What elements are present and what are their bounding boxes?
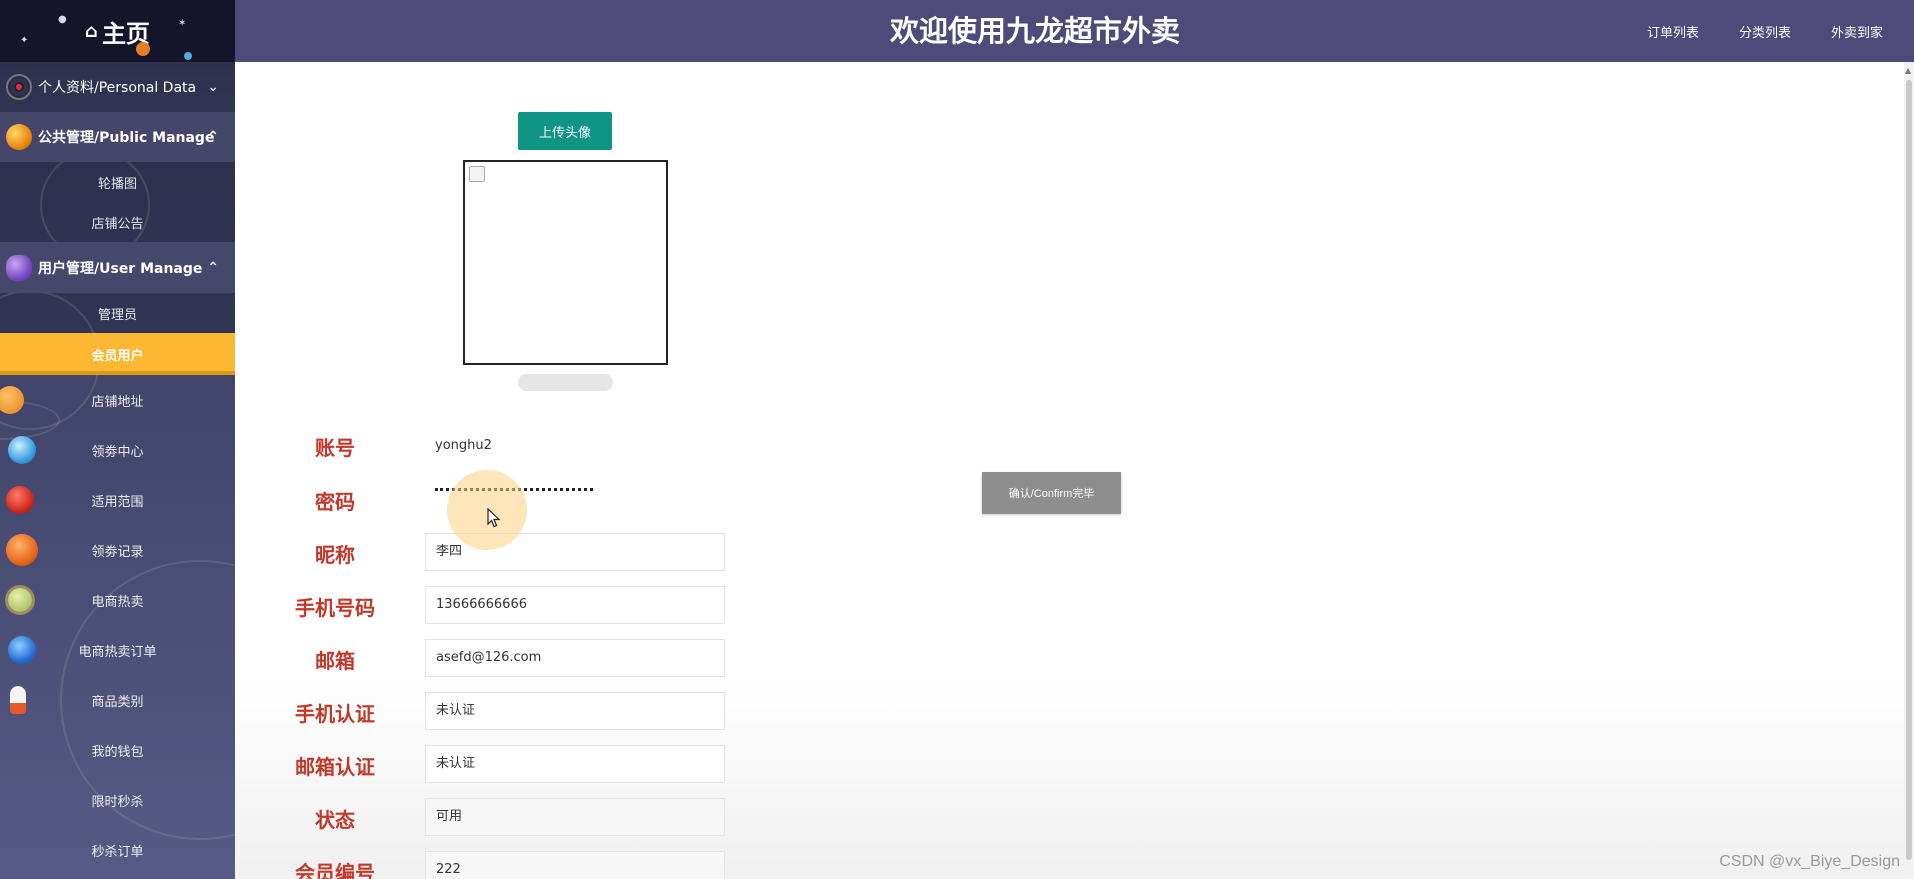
scroll-up-icon[interactable]: ▲	[1905, 66, 1911, 75]
avatar-caption-placeholder	[518, 374, 613, 391]
sidebar-item-hot-sale-orders[interactable]: 电商热卖订单	[0, 625, 235, 675]
sidebar-item-coupon-records[interactable]: 领劵记录	[0, 525, 235, 575]
app-root: ✦ ● ✶ ⌂ 主页 个人资料/Personal Data ⌄ 公共管理/Pub…	[0, 0, 1914, 879]
phone-verify-label: 手机认证	[295, 702, 375, 726]
rocket-icon	[10, 686, 26, 714]
status-field[interactable]: 可用	[425, 798, 725, 836]
sidebar-item-member-users[interactable]: 会员用户	[0, 333, 235, 375]
chevron-down-icon: ⌄	[207, 79, 219, 95]
balloon-icon	[0, 386, 24, 414]
top-header: 欢迎使用九龙超市外卖 订单列表 分类列表 外卖到家	[235, 0, 1914, 62]
sidebar-item-label: 会员用户	[91, 348, 144, 364]
sidebar-item-label: 电商热卖订单	[78, 644, 157, 660]
upload-avatar-button[interactable]: 上传头像	[518, 112, 612, 150]
phone-field[interactable]: 13666666666	[425, 586, 725, 624]
sidebar-item-carousel[interactable]: 轮播图	[0, 162, 235, 202]
scrollbar-thumb[interactable]	[1906, 80, 1912, 860]
sidebar: ✦ ● ✶ ⌂ 主页 个人资料/Personal Data ⌄ 公共管理/Pub…	[0, 0, 235, 879]
nickname-field[interactable]: 李四	[425, 533, 725, 571]
broken-image-icon	[469, 166, 485, 182]
sidebar-item-label: 店铺地址	[91, 394, 144, 410]
sidebar-item-label: 领劵记录	[91, 544, 144, 560]
status-label: 状态	[315, 808, 355, 832]
sidebar-group-label: 个人资料/Personal Data	[38, 80, 197, 96]
account-value: yonghu2	[435, 438, 492, 453]
sidebar-item-label: 管理员	[97, 307, 137, 323]
sidebar-item-label: 轮播图	[97, 176, 137, 192]
sidebar-group-personal-data[interactable]: 个人资料/Personal Data ⌄	[0, 62, 235, 112]
sidebar-group-label: 用户管理/User Manage	[38, 260, 203, 277]
sidebar-item-scope[interactable]: 适用范围	[0, 475, 235, 525]
confirm-button[interactable]: 确认/Confirm完毕	[982, 472, 1121, 514]
watermark: CSDN @vx_Biye_Design	[1719, 853, 1900, 870]
sidebar-group-user-manage[interactable]: 用户管理/User Manage ⌃	[0, 242, 235, 293]
chevron-up-icon: ⌃	[207, 259, 219, 276]
blue-planet-icon	[8, 636, 36, 664]
sidebar-item-store-address[interactable]: 店铺地址	[0, 375, 235, 425]
nickname-label: 昵称	[315, 543, 355, 567]
email-verify-field[interactable]: 未认证	[425, 745, 725, 783]
nav-order-list[interactable]: 订单列表	[1647, 22, 1699, 41]
password-label: 密码	[315, 490, 355, 514]
sidebar-item-hot-sale[interactable]: 电商热卖	[0, 575, 235, 625]
header-nav: 订单列表 分类列表 外卖到家	[1647, 0, 1883, 62]
main-content: 上传头像 账号 yonghu2 密码 昵称 李四 手机号码 1366666666…	[235, 62, 1904, 879]
email-field[interactable]: asefd@126.com	[425, 639, 725, 677]
sidebar-item-admin[interactable]: 管理员	[0, 293, 235, 333]
sidebar-item-label: 店铺公告	[91, 216, 144, 232]
sidebar-item-flash-sale[interactable]: 限时秒杀	[0, 775, 235, 825]
orange-planet-icon	[6, 534, 38, 566]
sidebar-home[interactable]: ✦ ● ✶ ⌂ 主页	[0, 0, 235, 62]
red-planet-icon	[6, 486, 34, 514]
sidebar-group-public-manage[interactable]: 公共管理/Public Manage ⌃	[0, 112, 235, 162]
sidebar-item-categories[interactable]: 商品类别	[0, 675, 235, 725]
sidebar-item-flash-orders[interactable]: 秒杀订单	[0, 825, 235, 875]
atom-icon	[6, 74, 32, 100]
page-scrollbar[interactable]: ▲	[1904, 62, 1914, 879]
nav-takeout[interactable]: 外卖到家	[1831, 22, 1883, 41]
earth-icon	[8, 436, 36, 464]
saturn-icon	[8, 588, 32, 612]
phone-label: 手机号码	[295, 596, 375, 620]
crystal-icon	[6, 254, 32, 281]
sidebar-item-coupon-center[interactable]: 领劵中心	[0, 425, 235, 475]
sidebar-item-label: 我的钱包	[91, 744, 144, 760]
avatar-image	[463, 160, 668, 365]
sidebar-item-label: 商品类别	[91, 694, 144, 710]
sidebar-item-label: 秒杀订单	[91, 844, 144, 860]
sidebar-item-label: 限时秒杀	[91, 794, 144, 810]
member-no-field[interactable]: 222	[425, 851, 725, 879]
sidebar-item-label: 电商热卖	[91, 594, 144, 610]
home-icon: ⌂	[85, 20, 98, 42]
chevron-up-icon: ⌃	[207, 129, 219, 145]
sidebar-item-label: 领劵中心	[91, 444, 144, 460]
email-label: 邮箱	[315, 649, 355, 673]
sidebar-item-label: 适用范围	[91, 494, 144, 510]
sidebar-group-label: 公共管理/Public Manage	[38, 130, 215, 146]
account-label: 账号	[315, 436, 355, 460]
page-title: 欢迎使用九龙超市外卖	[889, 14, 1180, 48]
planet-orange-icon	[6, 124, 32, 150]
member-no-label: 会员编号	[295, 861, 375, 879]
sidebar-item-store-notice[interactable]: 店铺公告	[0, 202, 235, 242]
nav-category-list[interactable]: 分类列表	[1739, 22, 1791, 41]
sidebar-item-wallet[interactable]: 我的钱包	[0, 725, 235, 775]
email-verify-label: 邮箱认证	[295, 755, 375, 779]
password-field[interactable]	[435, 488, 593, 491]
phone-verify-field[interactable]: 未认证	[425, 692, 725, 730]
